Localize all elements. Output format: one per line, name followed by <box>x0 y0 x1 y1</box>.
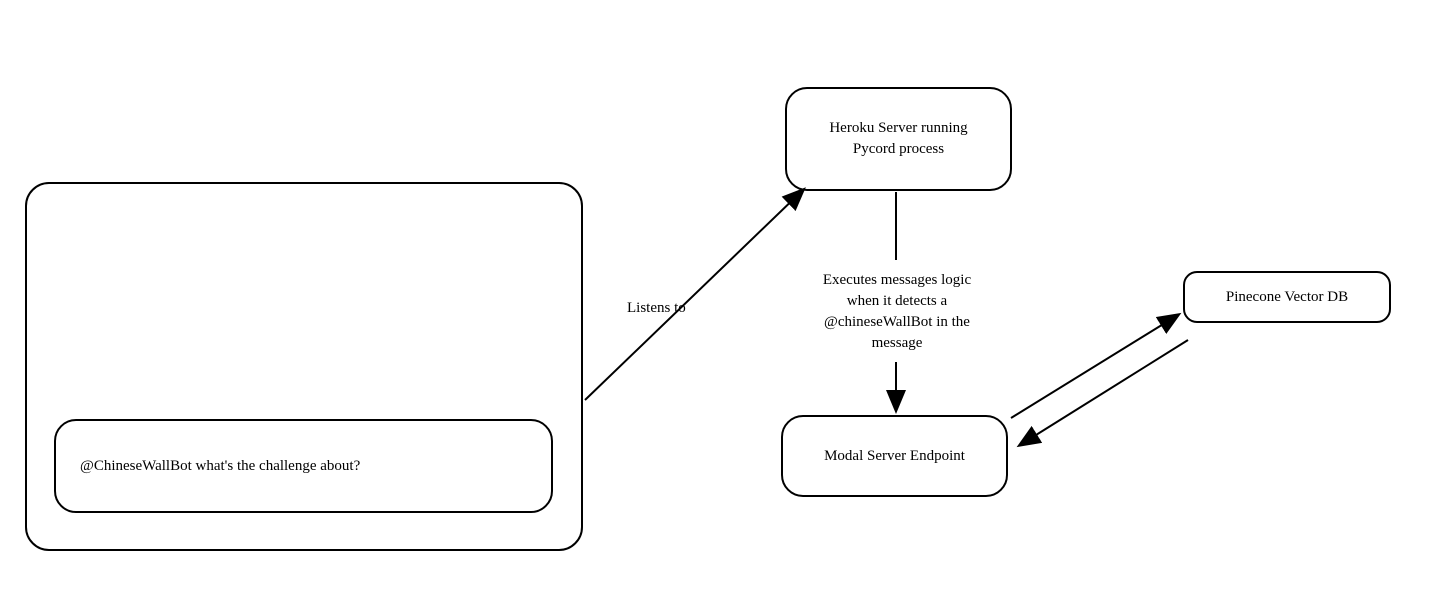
modal-server-label: Modal Server Endpoint <box>824 446 965 467</box>
chat-message-box: @ChineseWallBot what's the challenge abo… <box>54 419 553 513</box>
pinecone-db-node: Pinecone Vector DB <box>1183 271 1391 323</box>
executes-label: Executes messages logic when it detects … <box>807 270 987 354</box>
arrow-modal-to-pinecone <box>1011 315 1178 418</box>
modal-server-node: Modal Server Endpoint <box>781 415 1008 497</box>
listens-label: Listens to <box>627 298 686 319</box>
arrow-discord-to-heroku <box>585 190 803 400</box>
heroku-server-node: Heroku Server running Pycord process <box>785 87 1012 191</box>
pinecone-db-label: Pinecone Vector DB <box>1226 287 1348 308</box>
arrow-pinecone-to-modal <box>1020 340 1188 445</box>
chat-message-text: @ChineseWallBot what's the challenge abo… <box>80 458 360 475</box>
heroku-server-label: Heroku Server running Pycord process <box>829 118 967 160</box>
